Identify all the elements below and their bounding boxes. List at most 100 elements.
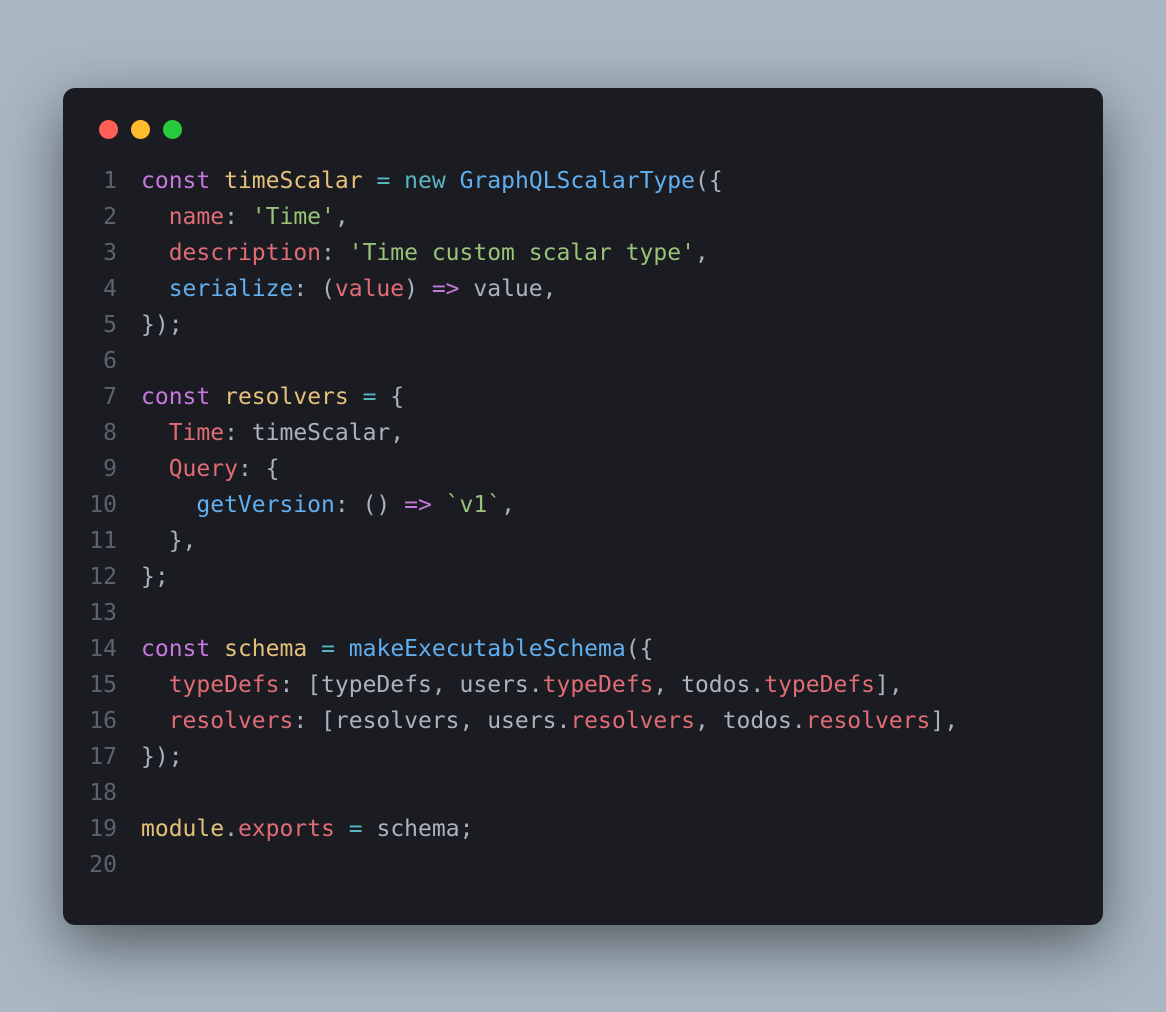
token-punct: {: [376, 384, 404, 410]
line-number: 6: [63, 343, 141, 379]
token-punct: [141, 240, 169, 266]
minimize-icon[interactable]: [131, 120, 150, 139]
line-number: 5: [63, 307, 141, 343]
token-op: =: [376, 168, 390, 194]
token-prop: Time: [169, 420, 224, 446]
code-content: description: 'Time custom scalar type',: [141, 235, 709, 271]
token-new: new: [404, 168, 446, 194]
token-punct: [460, 276, 474, 302]
code-line: 8 Time: timeScalar,: [63, 415, 1083, 451]
token-str: `v1`: [446, 492, 501, 518]
token-fn: GraphQLScalarType: [460, 168, 695, 194]
token-punct: .: [556, 708, 570, 734]
line-number: 12: [63, 559, 141, 595]
code-line: 13: [63, 595, 1083, 631]
code-line: 9 Query: {: [63, 451, 1083, 487]
token-param: schema: [376, 816, 459, 842]
token-punct: },: [141, 528, 196, 554]
token-punct: ],: [930, 708, 958, 734]
token-punct: ;: [460, 816, 474, 842]
token-punct: .: [750, 672, 764, 698]
token-prop: description: [169, 240, 321, 266]
token-punct: [141, 708, 169, 734]
token-punct: [141, 492, 196, 518]
token-punct: });: [141, 744, 183, 770]
line-number: 7: [63, 379, 141, 415]
token-punct: .: [529, 672, 543, 698]
code-window: 1const timeScalar = new GraphQLScalarTyp…: [63, 88, 1103, 925]
token-punct: [335, 816, 349, 842]
code-content: getVersion: () => `v1`,: [141, 487, 515, 523]
token-punct: [363, 168, 377, 194]
maximize-icon[interactable]: [163, 120, 182, 139]
code-line: 12};: [63, 559, 1083, 595]
token-punct: ({: [626, 636, 654, 662]
token-punct: [210, 636, 224, 662]
token-prop: typeDefs: [543, 672, 654, 698]
token-punct: ,: [432, 672, 460, 698]
token-punct: [432, 492, 446, 518]
token-param: users: [460, 672, 529, 698]
code-content: const resolvers = {: [141, 379, 404, 415]
code-content: serialize: (value) => value,: [141, 271, 557, 307]
code-content: };: [141, 559, 169, 595]
token-punct: :: [224, 420, 252, 446]
token-punct: : (: [293, 276, 335, 302]
code-line: 5});: [63, 307, 1083, 343]
token-kw: const: [141, 636, 210, 662]
line-number: 4: [63, 271, 141, 307]
line-number: 8: [63, 415, 141, 451]
line-number: 13: [63, 595, 141, 631]
token-op: =: [363, 384, 377, 410]
token-param: users: [487, 708, 556, 734]
token-obj: module: [141, 816, 224, 842]
code-line: 6: [63, 343, 1083, 379]
token-punct: ,: [335, 204, 349, 230]
code-content: });: [141, 307, 183, 343]
token-prop: resolvers: [570, 708, 695, 734]
token-param: value: [473, 276, 542, 302]
line-number: 14: [63, 631, 141, 667]
code-line: 2 name: 'Time',: [63, 199, 1083, 235]
code-line: 18: [63, 775, 1083, 811]
token-punct: :: [224, 204, 252, 230]
code-content: const schema = makeExecutableSchema({: [141, 631, 653, 667]
code-area: 1const timeScalar = new GraphQLScalarTyp…: [63, 163, 1103, 883]
token-fn: serialize: [169, 276, 294, 302]
code-content: name: 'Time',: [141, 199, 349, 235]
window-titlebar: [63, 112, 1103, 163]
code-content: const timeScalar = new GraphQLScalarType…: [141, 163, 723, 199]
line-number: 3: [63, 235, 141, 271]
token-punct: ): [404, 276, 432, 302]
token-str: 'Time': [252, 204, 335, 230]
close-icon[interactable]: [99, 120, 118, 139]
token-punct: [446, 168, 460, 194]
line-number: 10: [63, 487, 141, 523]
token-arrow: =>: [404, 492, 432, 518]
token-var: resolvers: [224, 384, 349, 410]
code-content: typeDefs: [typeDefs, users.typeDefs, tod…: [141, 667, 903, 703]
token-punct: ],: [875, 672, 903, 698]
token-prop: typeDefs: [764, 672, 875, 698]
token-punct: [210, 168, 224, 194]
code-content: },: [141, 523, 196, 559]
token-fn: makeExecutableSchema: [349, 636, 626, 662]
code-line: 7const resolvers = {: [63, 379, 1083, 415]
line-number: 11: [63, 523, 141, 559]
token-punct: ({: [695, 168, 723, 194]
token-punct: .: [792, 708, 806, 734]
line-number: 16: [63, 703, 141, 739]
token-var: schema: [224, 636, 307, 662]
token-punct: [141, 276, 169, 302]
code-content: module.exports = schema;: [141, 811, 473, 847]
token-punct: [307, 636, 321, 662]
code-line: 10 getVersion: () => `v1`,: [63, 487, 1083, 523]
token-punct: [141, 456, 169, 482]
code-content: resolvers: [resolvers, users.resolvers, …: [141, 703, 958, 739]
token-punct: : [: [293, 708, 335, 734]
token-punct: [349, 384, 363, 410]
code-content: Time: timeScalar,: [141, 415, 404, 451]
line-number: 18: [63, 775, 141, 811]
token-kw: const: [141, 384, 210, 410]
token-punct: .: [224, 816, 238, 842]
